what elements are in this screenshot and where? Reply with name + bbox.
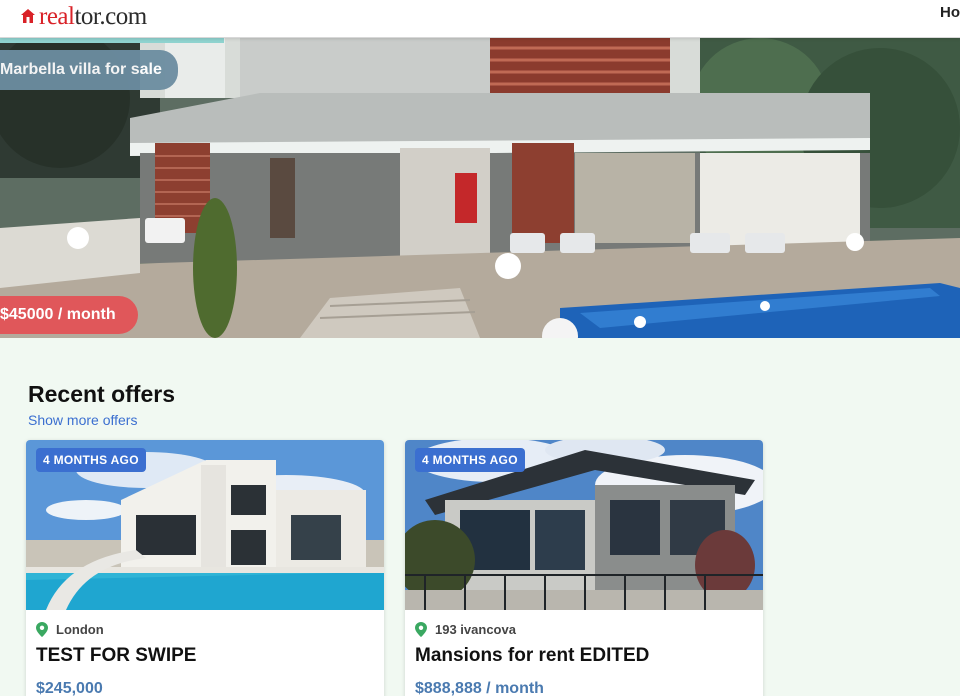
logo-text-red: real <box>39 2 75 30</box>
home-logo-icon <box>21 9 35 23</box>
offer-age-badge: 4 MONTHS AGO <box>415 448 525 472</box>
offer-title[interactable]: TEST FOR SWIPE <box>36 645 196 667</box>
logo-text: realtor.com <box>39 4 147 29</box>
hero-price-label: $45000 / month <box>0 296 138 334</box>
offer-price: $245,000 <box>36 680 103 696</box>
offer-card[interactable]: 4 MONTHS AGO 193 ivancova Mansions for r… <box>405 440 763 696</box>
hero-title-label: Marbella villa for sale <box>0 50 178 90</box>
site-logo[interactable]: realtor.com <box>20 4 147 29</box>
offer-location: 193 ivancova <box>415 622 516 637</box>
offer-price: $888,888 / month <box>415 680 544 696</box>
location-pin-icon <box>36 622 48 637</box>
top-navbar: realtor.com Home <box>0 0 960 38</box>
hero-banner[interactable]: Marbella villa for sale $45000 / month <box>0 38 960 338</box>
offer-age-badge: 4 MONTHS AGO <box>36 448 146 472</box>
logo-text-dark: tor.com <box>74 2 147 30</box>
recent-offers-heading: Recent offers <box>28 381 175 407</box>
offer-location-text: 193 ivancova <box>435 622 516 637</box>
nav-link-home[interactable]: Home <box>940 4 960 21</box>
offer-location: London <box>36 622 104 637</box>
location-pin-icon <box>415 622 427 637</box>
offer-location-text: London <box>56 622 104 637</box>
hero-accent-bar <box>0 38 224 43</box>
show-more-offers-link[interactable]: Show more offers <box>28 412 137 428</box>
offer-title[interactable]: Mansions for rent EDITED <box>415 645 649 667</box>
offer-card[interactable]: 4 MONTHS AGO London TEST FOR SWIPE $245,… <box>26 440 384 696</box>
